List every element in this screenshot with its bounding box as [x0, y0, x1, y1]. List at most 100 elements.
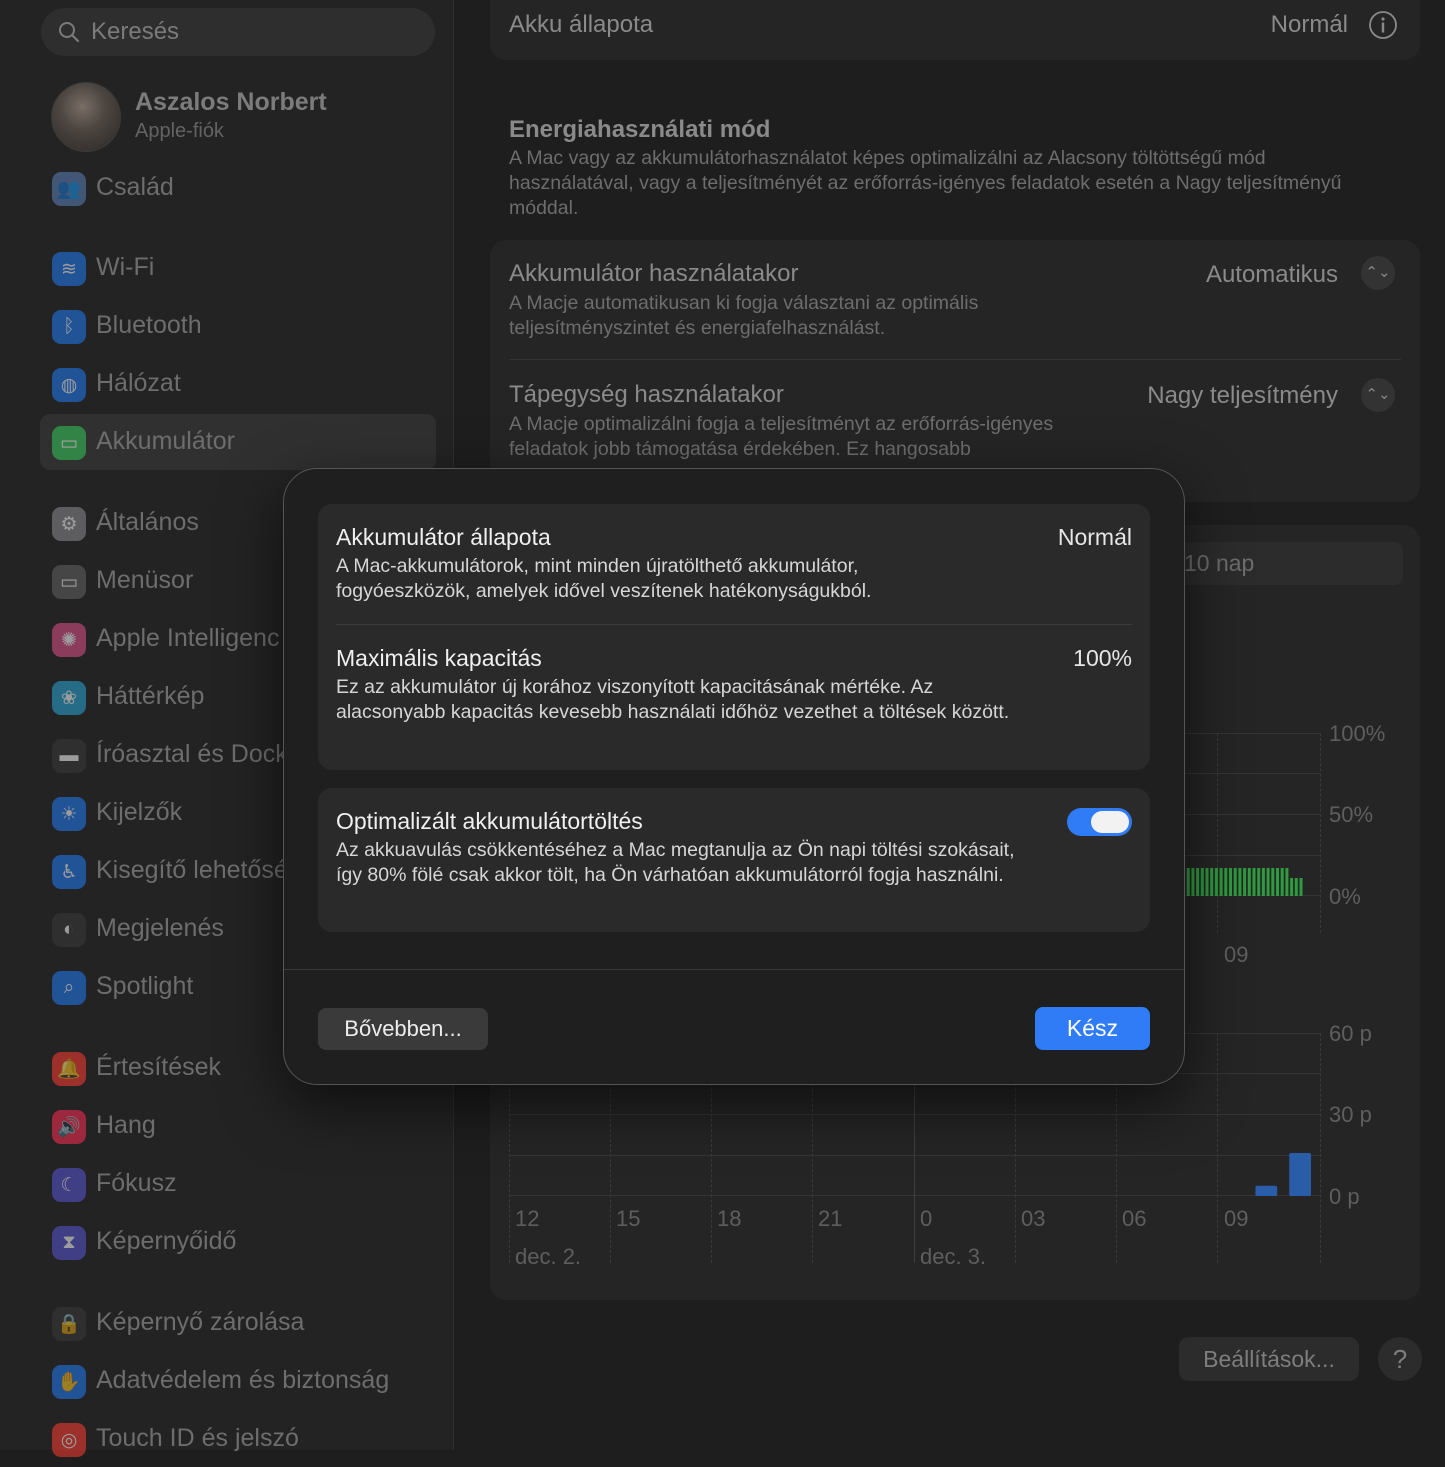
sidebar-item-label: Adatvédelem és biztonság	[96, 1366, 390, 1394]
battery-level-bar	[1299, 878, 1303, 896]
lock-icon: 🔒	[52, 1307, 86, 1341]
usage-x-tick: 15	[616, 1206, 641, 1231]
level-y-tick-50: 50%	[1329, 802, 1374, 827]
usage-x-tick: 09	[1224, 1206, 1249, 1231]
battery-level-bar	[1294, 878, 1298, 896]
gridline	[1180, 733, 1320, 734]
health-title: Akkumulátor állapota	[336, 524, 551, 550]
sidebar-item-wifi[interactable]: ≋ Wi-Fi	[40, 240, 436, 296]
usage-x-tick: 12	[515, 1206, 540, 1231]
battery-level-bar	[1276, 868, 1279, 896]
sidebar-item-lock[interactable]: 🔒 Képernyő zárolása	[40, 1295, 436, 1351]
sidebar-item-bluetooth[interactable]: ᛒ Bluetooth	[40, 298, 436, 354]
sidebar-item-label: Képernyő zárolása	[96, 1308, 305, 1336]
sidebar-item-label: Apple Intelligenc	[96, 624, 280, 652]
battery-level-bar	[1219, 868, 1223, 896]
battery-level-bar	[1229, 868, 1232, 896]
sun-icon: ☀	[52, 797, 86, 831]
separator	[509, 359, 1401, 360]
moon-icon: ☾	[52, 1168, 86, 1202]
energy-mode-card: Akkumulátor használatakor A Macje automa…	[490, 240, 1420, 502]
sidebar-item-label: Wi-Fi	[96, 253, 155, 281]
bluetooth-icon: ᛒ	[52, 310, 86, 344]
optimized-charging-desc: Az akkuavulás csökkentéséhez a Mac megta…	[336, 839, 1015, 886]
usage-x-tick: 03	[1021, 1206, 1046, 1231]
energy-mode-title: Energiahasználati mód	[509, 116, 771, 143]
optimized-charging-toggle[interactable]	[1067, 808, 1132, 836]
sidebar-item-label: Hang	[96, 1111, 156, 1139]
info-icon[interactable]	[1368, 10, 1398, 40]
gridline	[1320, 1033, 1321, 1263]
battery-level-bar	[1285, 868, 1289, 896]
usage-x-tick: 0	[920, 1206, 933, 1231]
battery-level-bar	[1243, 868, 1247, 896]
health-card: Akkumulátor állapota Normál A Mac-akkumu…	[318, 504, 1150, 770]
usage-date-label: dec. 2.	[515, 1244, 582, 1269]
sidebar-item-label: Menüsor	[96, 566, 194, 594]
sidebar-item-label: Hálózat	[96, 369, 181, 397]
search-field[interactable]: Keresés	[41, 8, 435, 56]
battery-level-bar	[1271, 868, 1275, 896]
sidebar-item-label: Íróasztal és Dock	[96, 740, 288, 768]
avatar[interactable]	[51, 82, 121, 152]
battery-level-bar	[1210, 868, 1214, 896]
dialog-divider	[284, 969, 1184, 970]
level-y-tick-100: 100%	[1329, 721, 1386, 746]
optimized-charging-title: Optimalizált akkumulátortöltés	[336, 808, 643, 834]
on-battery-stepper[interactable]: ⌃⌄	[1361, 256, 1395, 290]
battery-level-bar	[1290, 878, 1294, 896]
battery-level-bar	[1280, 868, 1284, 896]
done-button[interactable]: Kész	[1035, 1007, 1150, 1050]
on-battery-title: Akkumulátor használatakor	[509, 260, 799, 287]
battery-health-value: Normál	[1270, 11, 1348, 38]
sidebar-item-family[interactable]: 👥 Család	[40, 160, 436, 216]
capacity-title: Maximális kapacitás	[336, 645, 542, 671]
battery-level-bar	[1233, 868, 1237, 896]
sidebar-item-label: Általános	[96, 508, 199, 536]
search-icon	[59, 22, 80, 43]
battery-icon: ▭	[52, 426, 86, 460]
usage-x-tick: 06	[1122, 1206, 1147, 1231]
sidebar-item-hourglass[interactable]: ⧗ Képernyőidő	[40, 1214, 436, 1270]
dock-icon: ▬	[52, 739, 86, 773]
on-battery-value[interactable]: Automatikus	[1206, 261, 1338, 289]
battery-level-bar	[1261, 868, 1265, 896]
battery-settings-button[interactable]: Beállítások...	[1179, 1337, 1359, 1381]
sidebar-item-label: Bluetooth	[96, 311, 202, 339]
on-power-value[interactable]: Nagy teljesítmény	[1147, 382, 1338, 410]
on-power-desc: A Macje optimalizálni fogja a teljesítmé…	[509, 413, 1054, 460]
sidebar-item-globe[interactable]: ◍ Hálózat	[40, 356, 436, 412]
gridline	[1180, 773, 1320, 774]
accessibility-icon: ♿	[52, 855, 86, 889]
battery-level-bar	[1224, 868, 1228, 896]
sidebar-item-label: Megjelenés	[96, 914, 224, 942]
battery-level-bar	[1252, 868, 1256, 896]
sidebar-item-label: Értesítések	[96, 1053, 222, 1081]
sidebar-item-hand[interactable]: ✋ Adatvédelem és biztonság	[40, 1353, 436, 1409]
sidebar-item-moon[interactable]: ☾ Fókusz	[40, 1156, 436, 1212]
on-power-title: Tápegység használatakor	[509, 381, 784, 408]
sidebar-item-speaker[interactable]: 🔊 Hang	[40, 1098, 436, 1154]
sidebar-item-label: Kijelzők	[96, 798, 183, 826]
account-subtitle: Apple-fiók	[135, 120, 224, 142]
capacity-value: 100%	[1073, 645, 1132, 671]
usage-date-label: dec. 3.	[920, 1244, 987, 1269]
sidebar-item-fingerprint[interactable]: ◎ Touch ID és jelszó	[40, 1411, 436, 1467]
appearance-icon: ◐	[52, 913, 86, 947]
sidebar-item-label: Spotlight	[96, 972, 194, 1000]
more-info-button[interactable]: Bővebben...	[318, 1008, 488, 1050]
battery-level-bar	[1191, 868, 1195, 896]
battery-level-bar	[1247, 868, 1251, 896]
range-10-days[interactable]: 10 nap	[1184, 550, 1254, 577]
battery-level-bar	[1266, 868, 1270, 896]
screen-usage-bars	[1255, 1152, 1311, 1196]
battery-level-bar	[1238, 868, 1242, 896]
battery-level-bar	[1186, 868, 1190, 896]
account-name[interactable]: Aszalos Norbert	[135, 88, 327, 117]
sidebar-item-battery[interactable]: ▭ Akkumulátor	[40, 414, 436, 470]
help-button[interactable]: ?	[1378, 1337, 1422, 1381]
menubar-icon: ▭	[52, 565, 86, 599]
usage-bar	[1255, 1185, 1278, 1196]
on-power-stepper[interactable]: ⌃⌄	[1361, 378, 1395, 412]
battery-level-bar	[1196, 868, 1200, 896]
